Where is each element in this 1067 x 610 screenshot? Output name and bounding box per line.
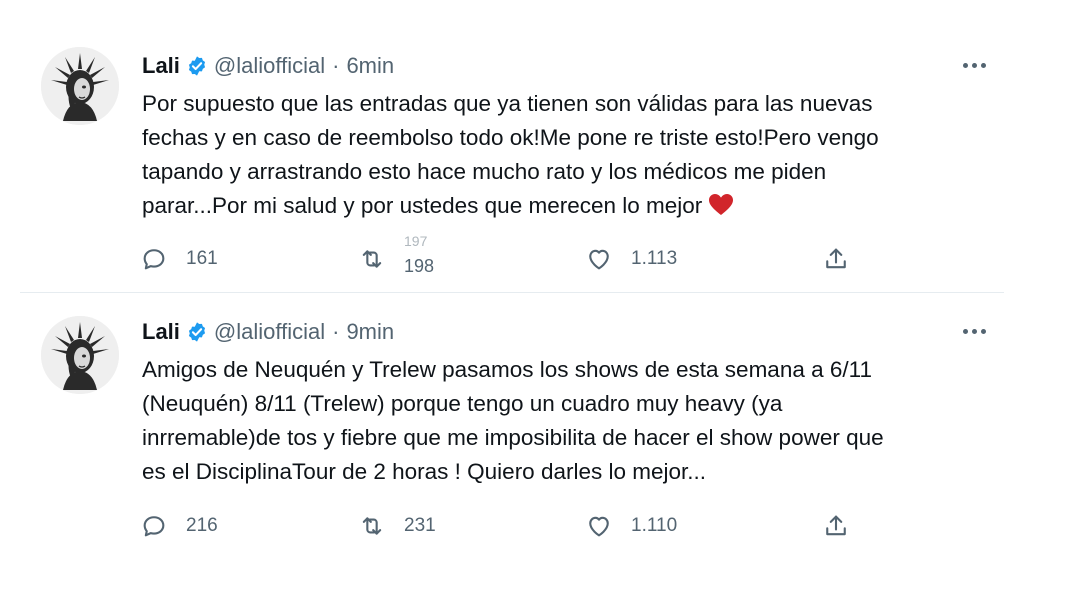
tweet[interactable]: Lali @laliofficial · 6min Por supuesto q…: [0, 30, 1003, 292]
avatar[interactable]: [41, 47, 119, 125]
display-name[interactable]: Lali: [142, 53, 180, 79]
handle[interactable]: @laliofficial: [214, 319, 325, 345]
display-name[interactable]: Lali: [142, 319, 180, 345]
like-button[interactable]: 1.110: [585, 506, 677, 546]
tweet-text-line: Por supuesto que las entradas que ya tie…: [142, 91, 873, 116]
avatar-image: [41, 316, 119, 394]
tweet-text-line: tapando y arrastrando esto hace mucho ra…: [142, 159, 827, 184]
retweet-count: 198: [404, 256, 435, 276]
like-icon: [589, 249, 609, 270]
share-button[interactable]: [822, 239, 850, 279]
timestamp[interactable]: 6min: [346, 53, 394, 79]
share-icon: [826, 248, 846, 269]
separator-dot: ·: [332, 53, 340, 78]
tweet-text-line: fechas y en caso de reembolso todo ok!Me…: [142, 125, 879, 150]
handle[interactable]: @laliofficial: [214, 53, 325, 79]
reply-count: 161: [186, 248, 218, 269]
tweet-text: Amigos de Neuquén y Trelew pasamos los s…: [142, 353, 982, 489]
tweet-actions: 161 197 198 1.113: [140, 233, 860, 279]
verified-badge-icon: [188, 56, 205, 76]
reply-button[interactable]: 161: [140, 239, 218, 279]
tweet[interactable]: Lali @laliofficial · 9min Amigos de Neuq…: [0, 296, 1003, 596]
retweet-count: 231: [404, 515, 436, 536]
tweet-header: Lali @laliofficial · 9min: [142, 317, 394, 347]
share-icon: [826, 515, 846, 536]
retweet-count-previous: 197: [404, 233, 428, 249]
reply-icon: [143, 516, 165, 537]
tweet-actions: 216 231 1.110: [140, 506, 860, 546]
more-options-icon[interactable]: [957, 55, 991, 75]
tweet-text: Por supuesto que las entradas que ya tie…: [142, 87, 982, 223]
more-options-icon[interactable]: [957, 321, 991, 341]
red-heart-emoji-icon: [709, 194, 734, 215]
timestamp[interactable]: 9min: [346, 319, 394, 345]
avatar[interactable]: [41, 316, 119, 394]
tweet-text-line: (Neuquén) 8/11 (Trelew) porque tengo un …: [142, 391, 783, 416]
tweet-text-line: Amigos de Neuquén y Trelew pasamos los s…: [142, 357, 872, 382]
share-button[interactable]: [822, 506, 850, 546]
like-count: 1.113: [631, 248, 678, 269]
reply-count: 216: [186, 515, 218, 536]
tweet-text-line: parar...Por mi salud y por ustedes que m…: [142, 193, 703, 218]
like-count: 1.110: [631, 515, 678, 536]
avatar-image: [41, 47, 119, 125]
reply-button[interactable]: 216: [140, 506, 218, 546]
separator-dot: ·: [332, 319, 340, 344]
retweet-button[interactable]: 231: [358, 506, 436, 546]
reply-icon: [143, 249, 165, 270]
retweet-icon: [362, 517, 382, 535]
retweet-count-animation: 197 198: [404, 233, 454, 279]
tweet-divider: [20, 292, 1004, 293]
like-button[interactable]: 1.113: [585, 239, 677, 279]
retweet-button[interactable]: 197 198: [358, 233, 454, 279]
tweet-text-line: inrremable)de tos y fiebre que me imposi…: [142, 425, 884, 450]
verified-badge-icon: [188, 322, 205, 342]
like-icon: [589, 516, 609, 537]
tweet-header: Lali @laliofficial · 6min: [142, 51, 394, 81]
tweet-text-line: es el DisciplinaTour de 2 horas ! Quiero…: [142, 459, 707, 484]
tweet-text-line-with-emoji: parar...Por mi salud y por ustedes que m…: [142, 189, 982, 223]
retweet-icon: [362, 250, 382, 268]
